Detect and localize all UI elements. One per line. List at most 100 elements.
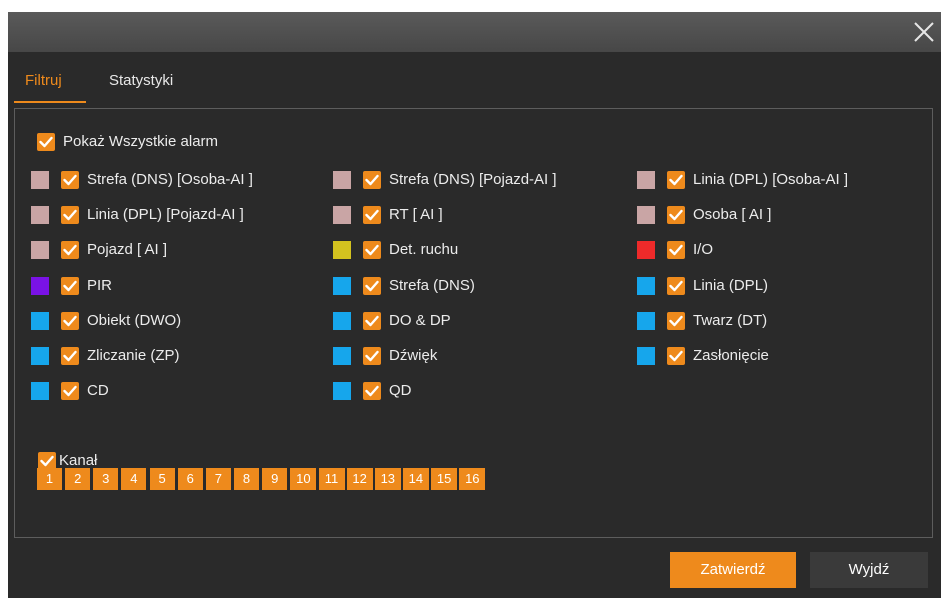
alarm-type-label: Linia (DPL) (693, 277, 769, 294)
title-bar (8, 12, 941, 52)
tab-filter[interactable]: Filtruj (25, 70, 62, 100)
active-tab-underline (14, 101, 86, 103)
alarm-type-label: Linia (DPL) [Osoba-AI ] (693, 171, 849, 188)
checkmark-icon (365, 315, 379, 327)
channel-button-6[interactable]: 6 (177, 468, 203, 490)
alarm-type-label: Strefa (DNS) [Pojazd-AI ] (389, 171, 557, 188)
alarm-type-label: Det. ruchu (389, 241, 459, 258)
alarm-color-swatch (637, 206, 655, 224)
alarm-type-label: PIR (87, 277, 113, 294)
channel-button-2[interactable]: 2 (65, 468, 91, 490)
alarm-type-label: Twarz (DT) (693, 312, 768, 329)
channel-button-3[interactable]: 3 (93, 468, 119, 490)
alarm-type-checkbox[interactable] (61, 347, 79, 365)
alarm-type-checkbox[interactable] (363, 312, 381, 330)
checkmark-icon (365, 244, 379, 256)
alarm-color-swatch (333, 277, 351, 295)
alarm-type-label: Pojazd [ AI ] (87, 241, 168, 258)
checkmark-icon (669, 174, 683, 186)
alarm-type-checkbox[interactable] (363, 241, 381, 259)
channel-button-4[interactable]: 4 (121, 468, 147, 490)
checkmark-icon (669, 209, 683, 221)
alarm-color-swatch (31, 171, 49, 189)
checkmark-icon (63, 350, 77, 362)
alarm-type-label: Zliczanie (ZP) (87, 347, 180, 364)
alarm-type-checkbox[interactable] (667, 347, 685, 365)
channel-button-16[interactable]: 16 (459, 468, 486, 490)
alarm-type-label: DO & DP (389, 312, 451, 329)
alarm-type-label: Strefa (DNS) [Osoba-AI ] (87, 171, 253, 188)
alarm-type-checkbox[interactable] (61, 382, 79, 400)
checkmark-icon (39, 136, 53, 148)
alarm-type-checkbox[interactable] (363, 382, 381, 400)
alarm-color-swatch (333, 206, 351, 224)
channel-button-10[interactable]: 10 (290, 468, 317, 490)
alarm-color-swatch (333, 382, 351, 400)
alarm-type-label: Obiekt (DWO) (87, 312, 182, 329)
tab-statistics[interactable]: Statystyki (109, 70, 173, 100)
checkmark-icon (365, 385, 379, 397)
alarm-type-label: CD (87, 382, 109, 399)
alarm-type-checkbox[interactable] (363, 206, 381, 224)
channel-button-13[interactable]: 13 (374, 468, 401, 490)
alarm-color-swatch (637, 277, 655, 295)
alarm-type-label: Zasłonięcie (693, 347, 769, 364)
alarm-type-checkbox[interactable] (61, 241, 79, 259)
channel-button-7[interactable]: 7 (205, 468, 231, 490)
close-icon[interactable] (909, 17, 939, 47)
checkmark-icon (63, 280, 77, 292)
alarm-type-checkbox[interactable] (667, 206, 685, 224)
alarm-type-label: Linia (DPL) [Pojazd-AI ] (87, 206, 244, 223)
alarm-type-checkbox[interactable] (667, 241, 685, 259)
checkmark-icon (669, 280, 683, 292)
channel-button-15[interactable]: 15 (431, 468, 458, 490)
channel-button-12[interactable]: 12 (346, 468, 373, 490)
alarm-color-swatch (31, 241, 49, 259)
alarm-color-swatch (333, 241, 351, 259)
channel-button-1[interactable]: 1 (37, 468, 62, 490)
alarm-color-swatch (637, 241, 655, 259)
alarm-type-checkbox[interactable] (667, 171, 685, 189)
checkmark-icon (63, 385, 77, 397)
alarm-type-checkbox[interactable] (61, 312, 79, 330)
checkmark-icon (365, 174, 379, 186)
alarm-type-label: Strefa (DNS) (389, 277, 475, 294)
checkmark-icon (669, 315, 683, 327)
alarm-color-swatch (31, 347, 49, 365)
alarm-type-checkbox[interactable] (61, 277, 79, 295)
exit-button[interactable]: Wyjdź (810, 552, 928, 588)
checkmark-icon (63, 244, 77, 256)
alarm-type-checkbox[interactable] (363, 347, 381, 365)
checkmark-icon (365, 280, 379, 292)
channel-button-11[interactable]: 11 (318, 468, 345, 490)
checkmark-icon (365, 350, 379, 362)
alarm-color-swatch (31, 277, 49, 295)
channel-button-5[interactable]: 5 (149, 468, 175, 490)
alarm-type-checkbox[interactable] (363, 277, 381, 295)
alarm-color-swatch (637, 171, 655, 189)
alarm-type-checkbox[interactable] (61, 171, 79, 189)
alarm-color-swatch (637, 312, 655, 330)
alarm-color-swatch (637, 347, 655, 365)
alarm-type-label: Osoba [ AI ] (693, 206, 772, 223)
alarm-type-label: RT [ AI ] (389, 206, 443, 223)
checkmark-icon (63, 174, 77, 186)
alarm-color-swatch (333, 171, 351, 189)
alarm-type-checkbox[interactable] (667, 312, 685, 330)
confirm-button[interactable]: Zatwierdź (670, 552, 796, 588)
checkmark-icon (365, 209, 379, 221)
channel-button-9[interactable]: 9 (262, 468, 288, 490)
channel-button-8[interactable]: 8 (234, 468, 259, 490)
channel-button-14[interactable]: 14 (402, 468, 429, 490)
checkmark-icon (63, 209, 77, 221)
alarm-type-label: QD (389, 382, 412, 399)
alarm-type-checkbox[interactable] (667, 277, 685, 295)
alarm-color-swatch (333, 347, 351, 365)
show-all-checkbox[interactable] (37, 133, 55, 151)
alarm-color-swatch (31, 382, 49, 400)
checkmark-icon (63, 315, 77, 327)
alarm-color-swatch (333, 312, 351, 330)
alarm-type-checkbox[interactable] (61, 206, 79, 224)
alarm-type-label: Dźwięk (389, 347, 438, 364)
alarm-type-checkbox[interactable] (363, 171, 381, 189)
